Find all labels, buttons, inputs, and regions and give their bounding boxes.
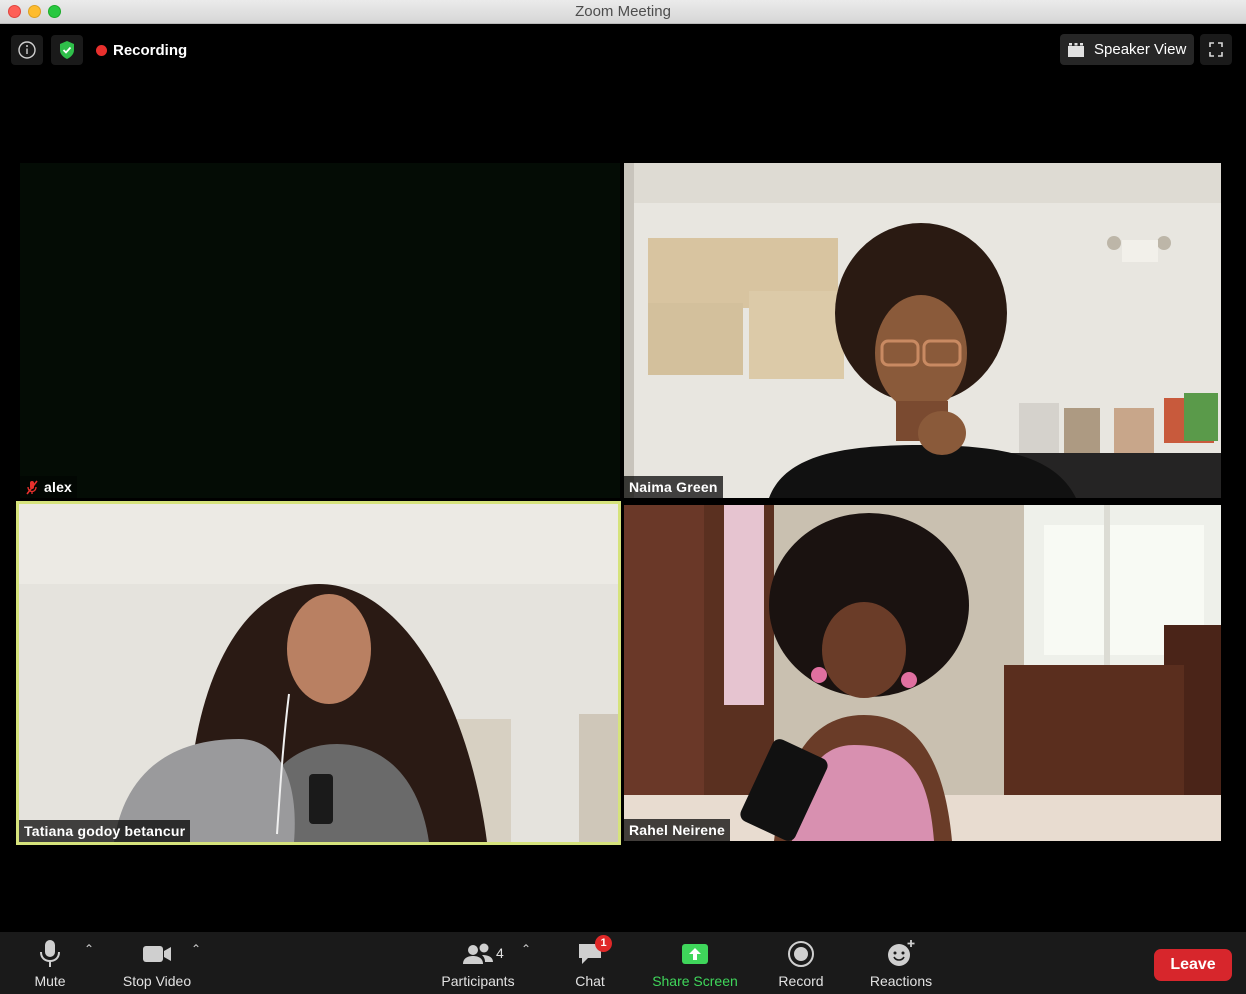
audio-options-caret[interactable]: ⌃: [84, 942, 94, 956]
participants-count: 4: [496, 945, 504, 961]
chat-unread-badge: 1: [595, 935, 612, 952]
reactions-label: Reactions: [869, 973, 933, 989]
fullscreen-icon: [1209, 42, 1223, 57]
share-screen-label: Share Screen: [652, 973, 738, 989]
security-button[interactable]: [51, 35, 83, 65]
share-screen-icon: [682, 944, 708, 964]
participant-name-tag: Tatiana godoy betancur: [19, 820, 191, 842]
mute-button[interactable]: Mute: [26, 932, 74, 994]
record-icon: [788, 941, 814, 967]
chat-button[interactable]: 1 Chat: [566, 932, 614, 994]
speaker-view-button[interactable]: Speaker View: [1060, 34, 1194, 65]
recording-dot-icon: [96, 44, 107, 56]
video-feed-tatiana: [19, 504, 618, 842]
recording-indicator: Recording: [96, 40, 187, 60]
video-tile-alex[interactable]: alex: [20, 163, 620, 498]
grid-view-icon: [1068, 42, 1084, 57]
participant-name: Rahel Neirene: [629, 822, 725, 838]
fullscreen-button[interactable]: [1200, 34, 1232, 65]
muted-mic-icon: [26, 480, 38, 494]
participants-button[interactable]: 4 Participants: [436, 932, 520, 994]
video-tile-naima-green[interactable]: Naima Green: [624, 163, 1221, 498]
video-camera-icon: [143, 946, 171, 962]
microphone-icon: [40, 940, 60, 967]
video-tile-rahel-neirene[interactable]: Rahel Neirene: [624, 505, 1221, 841]
speaker-view-label: Speaker View: [1094, 41, 1187, 58]
video-feed-naima-green: [624, 163, 1221, 498]
chat-label: Chat: [575, 973, 605, 989]
stop-video-label: Stop Video: [122, 973, 192, 989]
record-label: Record: [778, 973, 824, 989]
stop-video-button[interactable]: Stop Video: [113, 932, 201, 994]
shield-check-icon: [60, 41, 74, 59]
participant-name-tag: Rahel Neirene: [624, 819, 730, 841]
reactions-button[interactable]: Reactions: [864, 932, 938, 994]
meeting-toolbar: Mute ⌃ Stop Video ⌃ 4 Participants ⌃ 1 C…: [0, 932, 1246, 994]
info-icon: [18, 41, 36, 59]
participant-name: alex: [44, 479, 73, 495]
participant-name: Tatiana godoy betancur: [24, 823, 186, 839]
window-title: Zoom Meeting: [575, 3, 671, 20]
participant-name-tag: Naima Green: [624, 476, 723, 498]
window-titlebar: Zoom Meeting: [0, 0, 1246, 24]
participants-label: Participants: [441, 973, 515, 989]
video-feed-rahel: [624, 505, 1221, 841]
recording-label: Recording: [113, 41, 188, 59]
mute-label: Mute: [34, 973, 66, 989]
share-screen-button[interactable]: Share Screen: [646, 932, 744, 994]
video-options-caret[interactable]: ⌃: [191, 942, 201, 956]
participant-name-tag: alex: [20, 476, 78, 498]
participants-icon: [463, 943, 493, 964]
record-button[interactable]: Record: [770, 932, 832, 994]
smiley-add-icon: [888, 940, 915, 966]
leave-meeting-button[interactable]: Leave: [1154, 949, 1232, 981]
participant-name: Naima Green: [629, 479, 718, 495]
meeting-info-button[interactable]: [11, 35, 43, 65]
video-tile-tatiana-godoy-betancur[interactable]: Tatiana godoy betancur: [16, 501, 621, 845]
participants-options-caret[interactable]: ⌃: [521, 942, 531, 956]
